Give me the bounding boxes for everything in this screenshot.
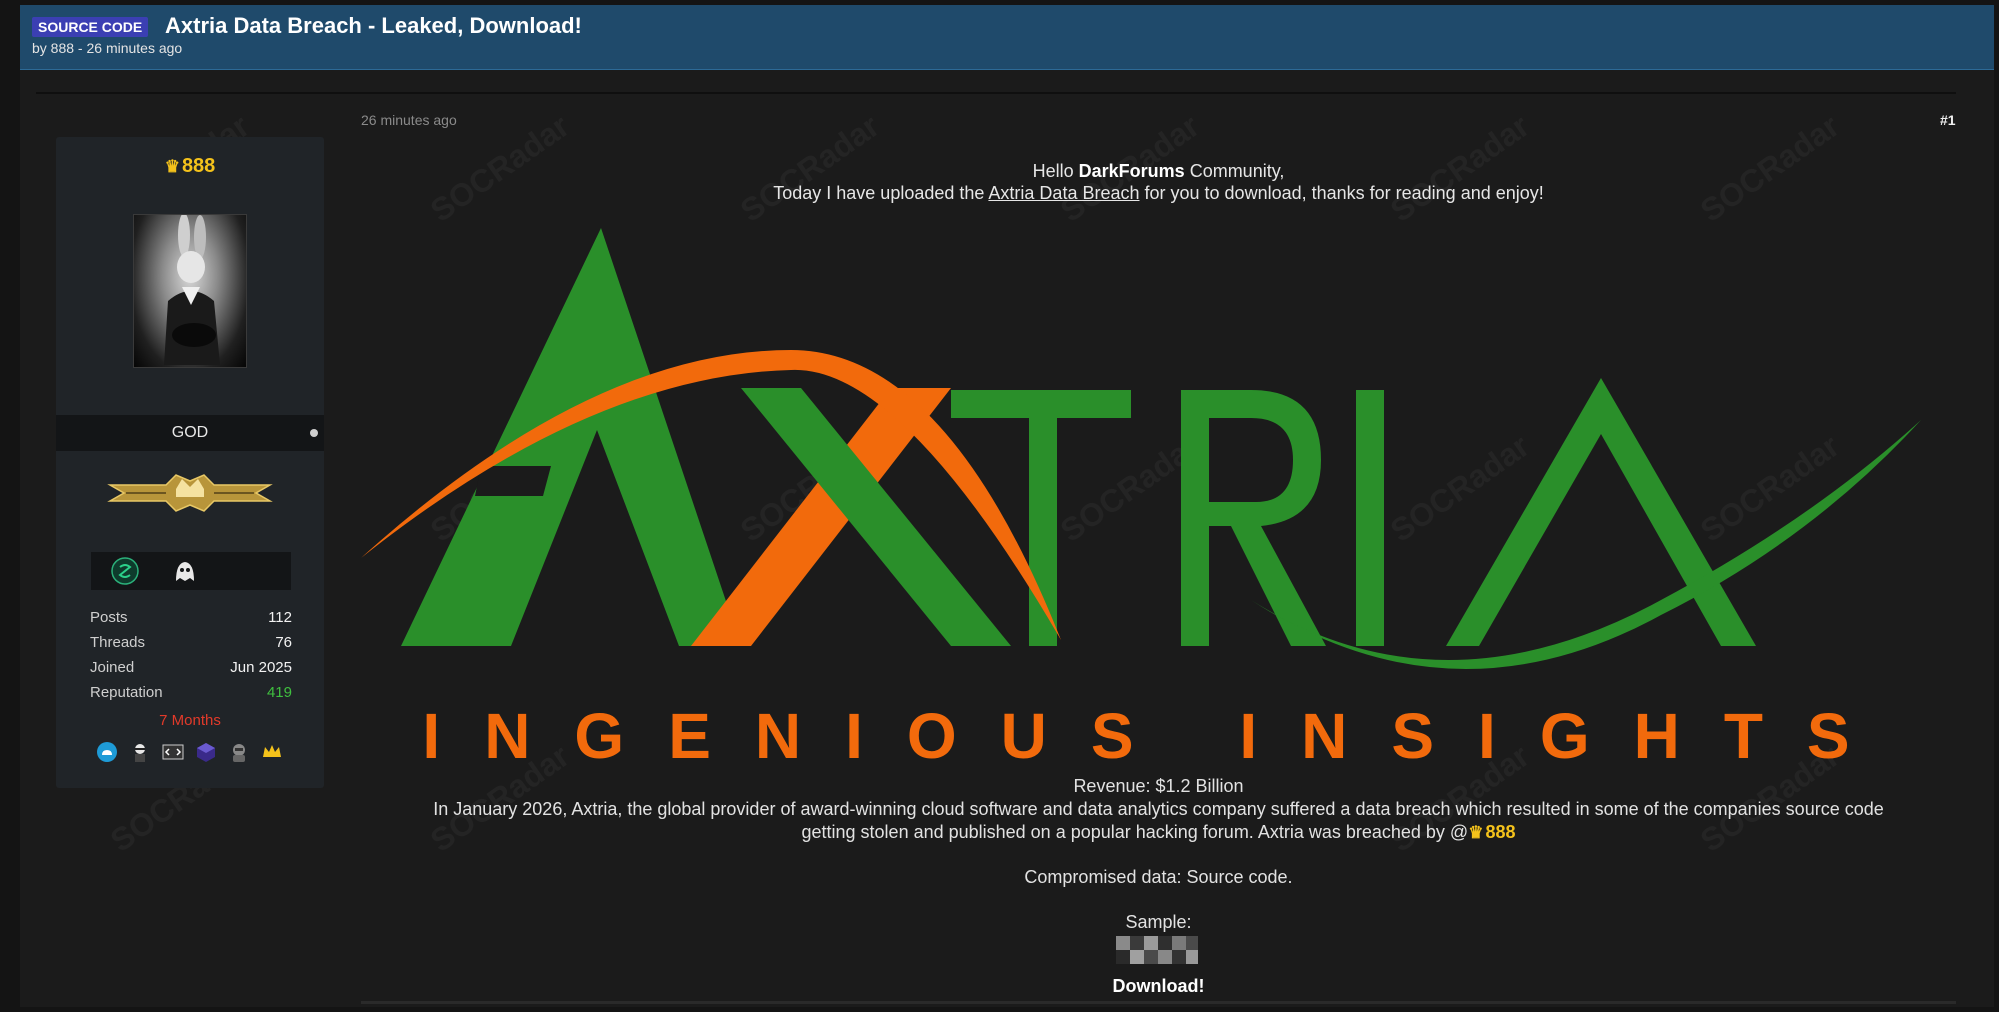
logo-tagline: INGENIOUS INSIGHTS: [422, 700, 1893, 765]
rank-badge-icon: [107, 474, 273, 512]
greeting-text: Hello: [1032, 161, 1079, 181]
stat-label: Joined: [90, 659, 135, 676]
thread-title[interactable]: Axtria Data Breach - Leaked, Download!: [165, 13, 582, 39]
post-number-link[interactable]: #1: [1940, 112, 1956, 128]
post-divider: [361, 1001, 1956, 1004]
cloud-icon: [97, 742, 117, 762]
user-badges: [96, 741, 286, 765]
intro-text: Today I have uploaded the: [773, 183, 989, 203]
user-icon-strip: [91, 552, 291, 590]
stat-threads: Threads 76: [90, 634, 292, 659]
sample-label: Sample:: [1125, 912, 1192, 932]
username-text: 888: [181, 155, 216, 177]
stat-value[interactable]: 112: [268, 609, 292, 626]
ghost-icon[interactable]: [171, 557, 199, 585]
mention-name: 888: [1485, 822, 1516, 842]
hacker-icon: [233, 744, 245, 762]
avatar[interactable]: [133, 214, 247, 368]
axtria-logo: INGENIOUS INSIGHTS: [361, 228, 1921, 765]
divider: [36, 92, 1956, 94]
stat-label: Posts: [90, 609, 128, 626]
crown-icon: [263, 745, 281, 757]
stat-reputation: Reputation 419: [90, 684, 292, 709]
greeting-text: Community,: [1184, 161, 1285, 181]
thread-byline: by 888 - 26 minutes ago: [32, 40, 183, 56]
user-mention[interactable]: ♛ 888: [1468, 822, 1515, 842]
online-status-dot: [310, 429, 318, 437]
stat-posts: Posts 112: [90, 609, 292, 634]
avatar-bunny-icon: [164, 215, 220, 365]
compromised-data: Compromised data: Source code.: [1024, 867, 1293, 887]
sample-image[interactable]: [1116, 936, 1198, 964]
description-line: In January 2026, Axtria, the global prov…: [433, 799, 1884, 819]
download-link[interactable]: Download!: [361, 976, 1956, 997]
thread-header: SOURCE CODE Axtria Data Breach - Leaked,…: [20, 5, 1994, 70]
rank-text: GOD: [171, 424, 209, 441]
user-tenure: 7 Months: [159, 712, 221, 729]
shield-icon[interactable]: [111, 557, 139, 585]
crown-icon: ♛: [164, 157, 180, 176]
breach-link[interactable]: Axtria Data Breach: [988, 183, 1139, 203]
site-name: DarkForums: [1078, 161, 1185, 181]
post-body: Revenue: $1.2 Billion In January 2026, A…: [361, 775, 1956, 934]
stat-value[interactable]: 419: [267, 684, 292, 701]
user-rank: GOD: [56, 415, 324, 451]
stat-label: Reputation: [90, 684, 163, 701]
thread-tag[interactable]: SOURCE CODE: [32, 17, 149, 37]
username[interactable]: ♛ 888: [56, 155, 324, 178]
stat-value[interactable]: 76: [275, 634, 292, 651]
user-postbit: ♛ 888 GOD Posts 112 Threads 76 Joined Ju…: [56, 137, 324, 788]
post-greeting: Hello DarkForums Community, Today I have…: [361, 160, 1956, 204]
stat-joined: Joined Jun 2025: [90, 659, 292, 684]
intro-text: for you to download, thanks for reading …: [1139, 183, 1544, 203]
user-stats: Posts 112 Threads 76 Joined Jun 2025 Rep…: [90, 609, 292, 709]
revenue-text: Revenue: $1.2 Billion: [1073, 776, 1244, 796]
stat-value: Jun 2025: [230, 659, 292, 676]
post-date: 26 minutes ago: [361, 112, 457, 128]
ninja-icon: [135, 744, 145, 762]
cube-icon: [197, 743, 215, 762]
crown-icon: ♛: [1468, 823, 1484, 842]
code-icon: [162, 744, 184, 760]
description-line: getting stolen and published on a popula…: [801, 822, 1469, 842]
stat-label: Threads: [90, 634, 146, 651]
